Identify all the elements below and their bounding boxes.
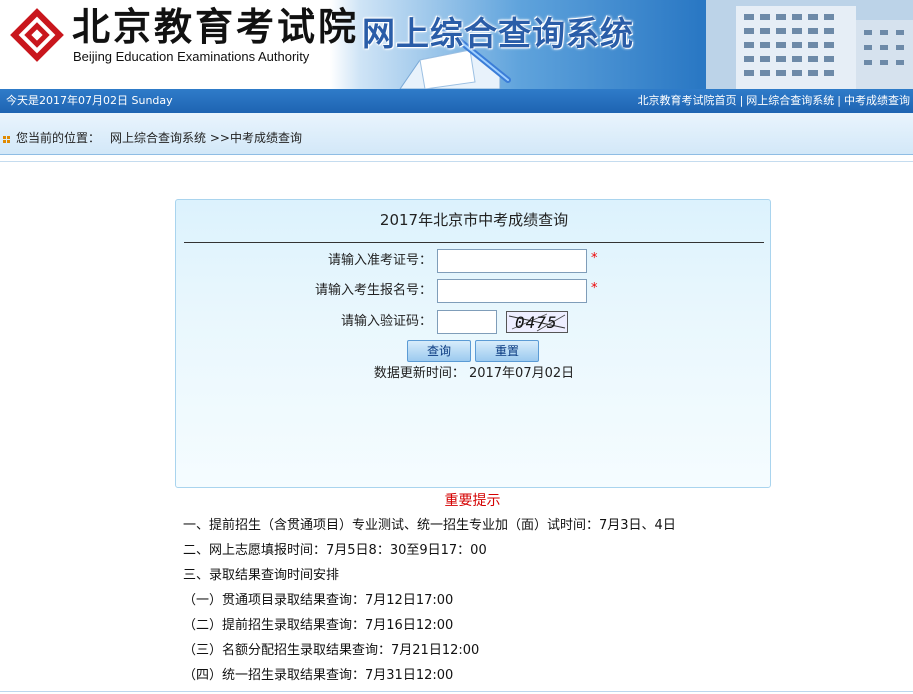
notice-line: （二）提前招生录取结果查询：7月16日12:00 xyxy=(183,618,454,633)
notice-line: 三、录取结果查询时间安排 xyxy=(183,568,340,583)
captcha-label: 请输入验证码： xyxy=(340,314,432,329)
system-title: 网上综合查询系统 xyxy=(362,14,634,53)
notice-line: （四）统一招生录取结果查询：7月31日12:00 xyxy=(183,668,454,683)
captcha-row: 请输入验证码： 0475 xyxy=(176,310,772,334)
link-separator: | xyxy=(837,94,841,107)
link-home[interactable]: 北京教育考试院首页 xyxy=(638,94,737,107)
notice-line: （三）名额分配招生录取结果查询：7月21日12:00 xyxy=(183,643,480,658)
notice-title: 重要提示 xyxy=(444,493,501,509)
query-title: 2017年北京市中考成绩查询 xyxy=(379,211,569,229)
data-update-time: 数据更新时间： 2017年07月02日 xyxy=(373,366,575,381)
org-name-en: Beijing Education Examinations Authority xyxy=(73,49,310,64)
query-panel: 2017年北京市中考成绩查询 请输入准考证号： * 请输入考生报名号： * 请输… xyxy=(175,199,771,488)
notice-line: （一）贯通项目录取结果查询：7月12日17:00 xyxy=(183,593,454,608)
captcha-text: 0475 xyxy=(515,313,558,332)
site-header: 北京教育考试院 Beijing Education Examinations A… xyxy=(0,0,913,89)
breadcrumb: 您当前的位置： 网上综合查询系统 >>中考成绩查询 xyxy=(16,131,302,145)
registration-number-input[interactable] xyxy=(437,279,587,303)
captcha-input[interactable] xyxy=(437,310,497,334)
exam-number-label: 请输入准考证号： xyxy=(327,253,432,268)
notice-list: 一、提前招生（含贯通项目）专业测试、统一招生专业加（面）试时间：7月3日、4日 … xyxy=(183,513,676,688)
link-separator: | xyxy=(739,94,744,107)
reset-button[interactable]: 重置 xyxy=(475,340,539,362)
divider xyxy=(0,161,913,162)
top-links: 北京教育考试院首页 | 网上综合查询系统 | 中考成绩查询 xyxy=(638,89,910,113)
title-divider xyxy=(184,242,764,243)
notice-line: 二、网上志愿填报时间：7月5日8：30至9日17：00 xyxy=(183,543,487,558)
registration-number-label: 请输入考生报名号： xyxy=(314,283,432,298)
breadcrumb-path[interactable]: 网上综合查询系统 >>中考成绩查询 xyxy=(110,131,302,145)
top-nav-bar: 今天是2017年07月02日 Sunday 北京教育考试院首页 | 网上综合查询系统… xyxy=(0,89,913,113)
link-score-query[interactable]: 中考成绩查询 xyxy=(844,94,910,107)
org-logo-icon xyxy=(10,8,64,62)
grid-dots-icon xyxy=(3,136,10,143)
bottom-divider xyxy=(0,691,913,692)
exam-number-row: 请输入准考证号： * xyxy=(176,249,772,273)
link-query-system[interactable]: 网上综合查询系统 xyxy=(746,94,834,107)
captcha-image[interactable]: 0475 xyxy=(506,311,568,333)
notice-line: 一、提前招生（含贯通项目）专业测试、统一招生专业加（面）试时间：7月3日、4日 xyxy=(183,518,676,533)
breadcrumb-label: 您当前的位置： xyxy=(16,131,101,145)
org-name-cn: 北京教育考试院 xyxy=(72,4,360,49)
query-button[interactable]: 查询 xyxy=(407,340,471,362)
required-mark: * xyxy=(591,281,598,296)
registration-number-row: 请输入考生报名号： * xyxy=(176,279,772,303)
building-image-icon xyxy=(706,0,913,89)
exam-number-input[interactable] xyxy=(437,249,587,273)
breadcrumb-bar: 您当前的位置： 网上综合查询系统 >>中考成绩查询 xyxy=(0,113,913,155)
today-date: 今天是2017年07月02日 Sunday xyxy=(6,94,173,107)
required-mark: * xyxy=(591,251,598,266)
